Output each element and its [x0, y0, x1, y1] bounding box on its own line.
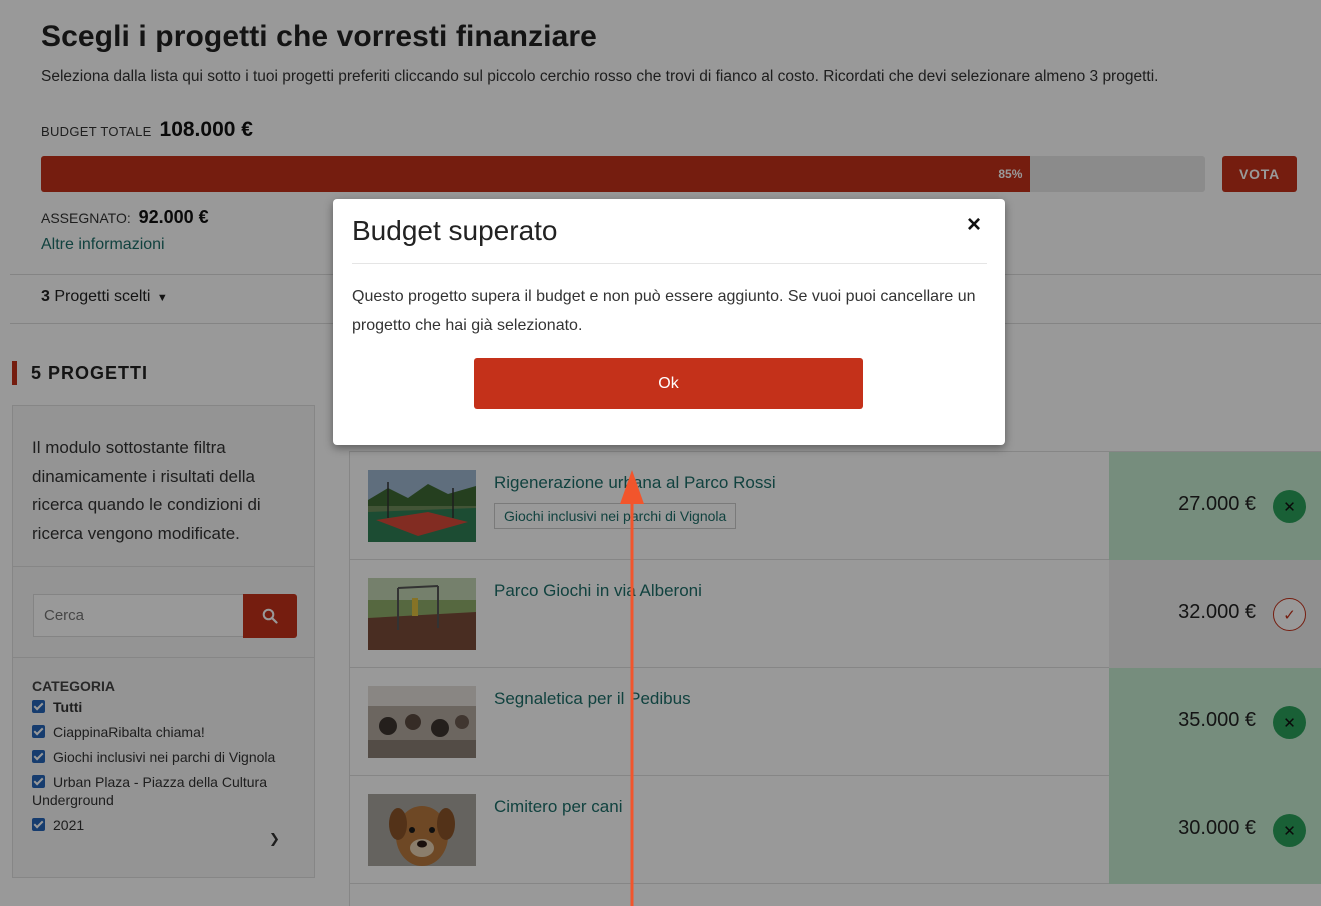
divider — [352, 263, 987, 264]
ok-button[interactable]: Ok — [474, 358, 863, 409]
budget-exceeded-dialog: Budget superato × Questo progetto supera… — [333, 199, 1005, 445]
close-icon[interactable]: × — [967, 213, 981, 237]
dialog-title: Budget superato — [352, 215, 558, 246]
dialog-message: Questo progetto supera il budget e non p… — [352, 288, 976, 334]
modal-backdrop[interactable] — [0, 0, 1321, 906]
